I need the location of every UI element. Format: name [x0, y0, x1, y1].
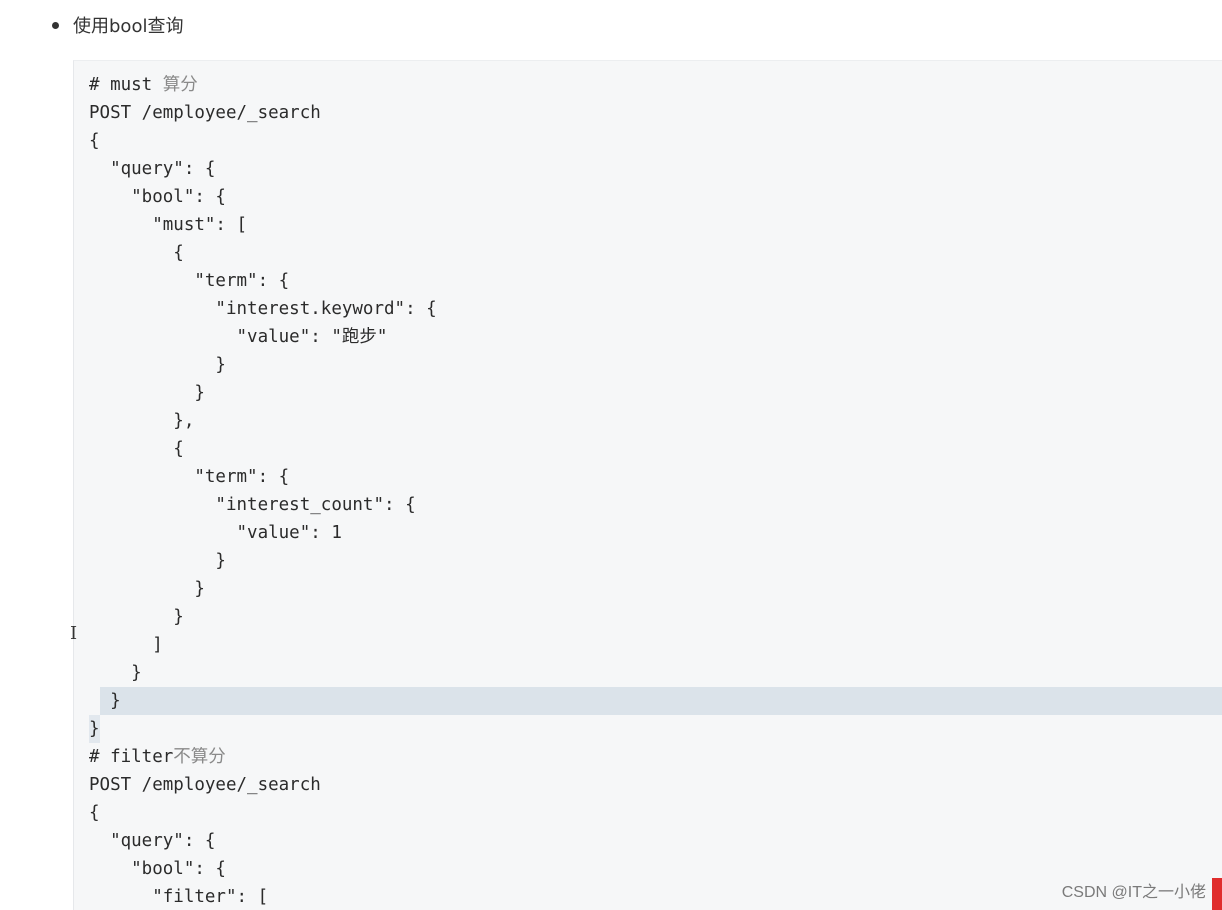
- code-line: }: [74, 351, 1222, 379]
- text-cursor-icon: I: [70, 623, 78, 644]
- code-line: "interest.keyword": {: [74, 295, 1222, 323]
- code-line: # must 算分: [74, 71, 1222, 99]
- code-line: "filter": [: [74, 883, 1222, 910]
- code-line: {: [74, 799, 1222, 827]
- code-text: "query": {: [89, 159, 216, 179]
- code-line: }: [74, 575, 1222, 603]
- code-line: }: [74, 547, 1222, 575]
- code-text: {: [89, 803, 100, 823]
- code-comment: 算分: [162, 75, 198, 95]
- code-line: POST /employee/_search: [74, 99, 1222, 127]
- code-text: }: [89, 719, 100, 739]
- bullet-item: 使用bool查询: [52, 10, 183, 40]
- code-text: POST /employee/_search: [89, 103, 321, 123]
- code-text: POST /employee/_search: [89, 775, 321, 795]
- red-corner-badge: [1212, 878, 1222, 910]
- bullet-text: 使用bool查询: [73, 16, 184, 37]
- code-line: "term": {: [74, 463, 1222, 491]
- code-text: }: [89, 551, 226, 571]
- code-text: }: [89, 663, 142, 683]
- code-line: "interest_count": {: [74, 491, 1222, 519]
- code-text: ]: [89, 635, 163, 655]
- code-text: "must": [: [89, 215, 248, 235]
- code-text: {: [89, 131, 100, 151]
- watermark: CSDN @IT之一小佬: [1061, 884, 1206, 901]
- code-line: "query": {: [74, 827, 1222, 855]
- code-text: }: [89, 383, 205, 403]
- code-text: {: [89, 439, 184, 459]
- code-text: "bool": {: [89, 187, 226, 207]
- code-line: "value": 1: [74, 519, 1222, 547]
- code-text: }: [89, 691, 121, 711]
- code-text: }: [89, 355, 226, 375]
- code-text: }: [89, 607, 184, 627]
- code-line: {: [74, 239, 1222, 267]
- code-text: "interest.keyword": {: [89, 299, 437, 319]
- code-text: # filter: [89, 747, 174, 767]
- code-text: # must: [89, 75, 163, 95]
- code-line: }: [74, 715, 1222, 743]
- code-line: "bool": {: [74, 855, 1222, 883]
- code-line: "query": {: [74, 155, 1222, 183]
- code-line: "bool": {: [74, 183, 1222, 211]
- code-lines: # must 算分 POST /employee/_search { "query"…: [74, 71, 1222, 910]
- code-comment: 不算分: [173, 747, 226, 767]
- code-text: {: [89, 243, 184, 263]
- code-text: "term": {: [89, 467, 290, 487]
- code-line: {: [74, 435, 1222, 463]
- code-line: ]: [74, 631, 1222, 659]
- code-line: "must": [: [74, 211, 1222, 239]
- code-text: "term": {: [89, 271, 290, 291]
- code-line: "term": {: [74, 267, 1222, 295]
- code-text: "bool": {: [89, 859, 226, 879]
- code-line: {: [74, 127, 1222, 155]
- bullet-dot-icon: [52, 21, 59, 29]
- code-block[interactable]: # must 算分 POST /employee/_search { "query"…: [73, 60, 1222, 910]
- code-text: "filter": [: [89, 887, 269, 907]
- code-line: }: [74, 603, 1222, 631]
- code-text: }: [89, 579, 205, 599]
- code-line: "value": "跑步": [74, 323, 1222, 351]
- code-line: # filter不算分: [74, 743, 1222, 771]
- code-text: "query": {: [89, 831, 216, 851]
- code-line: }: [74, 379, 1222, 407]
- code-text: "value": "跑步": [89, 327, 388, 347]
- code-line: },: [74, 407, 1222, 435]
- code-line: }: [74, 659, 1222, 687]
- code-line: POST /employee/_search: [74, 771, 1222, 799]
- code-text: },: [89, 411, 195, 431]
- code-text: "interest_count": {: [89, 495, 416, 515]
- code-text: "value": 1: [89, 523, 342, 543]
- code-line: }: [74, 687, 1222, 715]
